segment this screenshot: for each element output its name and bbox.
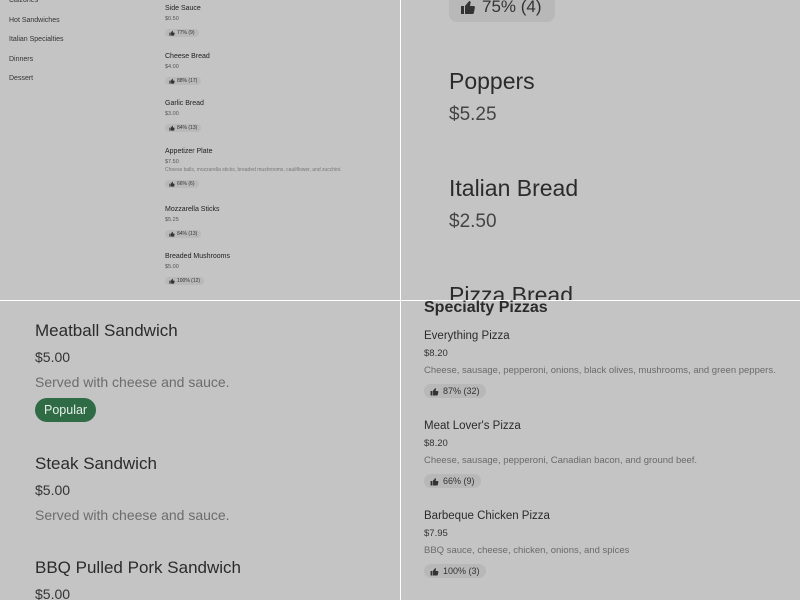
item-price: $4.00 <box>165 63 179 70</box>
item-price: $8.20 <box>424 348 448 359</box>
rating-text: 84% (13) <box>177 125 198 131</box>
item-description: Served with cheese and sauce. <box>35 374 230 390</box>
item-price: $5.25 <box>165 216 179 223</box>
item-name: BBQ Pulled Pork Sandwich <box>35 558 241 577</box>
section-title: Specialty Pizzas <box>424 299 548 316</box>
menu-item[interactable]: Cheese Bread $4.00 88% (17) <box>165 52 395 100</box>
category-dessert[interactable]: Dessert <box>9 74 63 94</box>
rating-text: 75% (4) <box>482 0 542 16</box>
rating-badge: 75% (4) <box>449 0 555 22</box>
rating-text: 77% (9) <box>177 30 195 36</box>
item-name: Steak Sandwich <box>35 454 157 473</box>
item-description: Cheese, sausage, pepperoni, onions, blac… <box>424 365 776 376</box>
item-name: Breaded Mushrooms <box>165 253 230 260</box>
item-name: Pizza Bread <box>449 282 574 300</box>
item-price: $5.25 <box>449 104 497 125</box>
thumbs-up-icon <box>461 1 475 14</box>
thumbs-up-icon <box>430 567 439 575</box>
category-italian-specialties[interactable]: Italian Specialties <box>9 35 63 55</box>
menu-item[interactable]: BBQ Pulled Pork Sandwich $5.00 <box>35 558 241 600</box>
item-price: $2.50 <box>449 211 497 232</box>
menu-item[interactable]: Appetizer Plate $7.50 Cheese balls, mozz… <box>165 147 395 205</box>
rating-badge: 84% (13) <box>165 229 202 238</box>
thumbs-up-icon <box>169 278 175 284</box>
menu-item[interactable]: Italian Bread $2.50 <box>449 175 578 233</box>
item-name: Appetizer Plate <box>165 147 213 155</box>
popular-badge: Popular <box>35 398 97 422</box>
rating-badge: 66% (9) <box>424 474 481 488</box>
menu-item[interactable]: Breaded Mushrooms $5.00 100% (12) <box>165 252 395 300</box>
item-name: Poppers <box>449 68 535 94</box>
item-price: $5.00 <box>35 482 71 498</box>
rating-badge: 66% (6) <box>165 179 199 188</box>
rating-badge: 84% (13) <box>165 124 202 132</box>
rating-text: 100% (3) <box>443 566 480 576</box>
item-price: $5.00 <box>165 264 179 270</box>
rating-text: 84% (13) <box>177 230 198 237</box>
item-name: Mozzarella Sticks <box>165 205 220 213</box>
item-price: $7.50 <box>165 158 179 165</box>
appetizer-item-list: Side Sauce $0.50 77% (9) Cheese Bread $4… <box>165 4 395 300</box>
category-hot-sandwiches[interactable]: Hot Sandwiches <box>9 16 63 36</box>
horizontal-divider <box>0 300 800 301</box>
rating-badge: 100% (12) <box>165 277 205 285</box>
rating-text: 88% (17) <box>177 77 198 84</box>
menu-item[interactable]: Pizza Bread <box>449 282 573 300</box>
rating-badge: 88% (17) <box>165 76 202 85</box>
rating-text: 66% (9) <box>443 476 475 486</box>
menu-item[interactable]: Steak Sandwich $5.00 Served with cheese … <box>35 454 230 523</box>
thumbs-up-icon <box>169 231 175 237</box>
item-name: Everything Pizza <box>424 330 510 342</box>
item-price: $8.20 <box>424 438 448 449</box>
rating-badge: 87% (32) <box>424 384 486 398</box>
menu-item[interactable]: Poppers $5.25 <box>449 68 535 126</box>
category-calzones[interactable]: Calzones <box>9 0 63 16</box>
item-description: BBQ sauce, cheese, chicken, onions, and … <box>424 545 630 556</box>
category-sidebar: Calzones Hot Sandwiches Italian Specialt… <box>9 0 63 94</box>
thumbs-up-icon <box>430 477 439 485</box>
item-name: Barbeque Chicken Pizza <box>424 510 550 522</box>
menu-item[interactable]: Meat Lover's Pizza $8.20 Cheese, sausage… <box>424 419 794 491</box>
item-name: Cheese Bread <box>165 52 210 60</box>
zoom-appetizers-panel <box>401 0 800 300</box>
item-description: Cheese balls, mozzarella sticks, breaded… <box>165 166 342 173</box>
item-name: Meat Lover's Pizza <box>424 420 521 432</box>
rating-text: 66% (6) <box>177 180 195 187</box>
thumbs-up-icon <box>169 78 175 84</box>
menu-item[interactable]: Meatball Sandwich $5.00 Served with chee… <box>35 321 230 422</box>
menu-item[interactable]: Side Sauce $0.50 77% (9) <box>165 4 395 52</box>
rating-text: 87% (32) <box>443 386 480 396</box>
item-price: $5.00 <box>35 349 71 365</box>
item-description: Cheese, sausage, pepperoni, Canadian bac… <box>424 455 698 466</box>
item-price: $0.50 <box>165 16 179 22</box>
item-description: Served with cheese and sauce. <box>35 507 230 523</box>
rating-badge: 77% (9) <box>165 29 199 37</box>
item-name: Italian Bread <box>449 175 579 201</box>
thumbs-up-icon <box>169 125 175 131</box>
thumbs-up-icon <box>169 181 175 187</box>
thumbs-up-icon <box>430 387 439 395</box>
thumbs-up-icon <box>169 30 175 36</box>
item-price: $3.00 <box>165 111 179 117</box>
category-dinners[interactable]: Dinners <box>9 55 63 75</box>
menu-item[interactable]: Barbeque Chicken Pizza $7.95 BBQ sauce, … <box>424 509 794 581</box>
item-price: $5.00 <box>35 586 71 600</box>
rating-badge: 100% (3) <box>424 564 486 578</box>
menu-item[interactable]: Garlic Bread $3.00 84% (13) <box>165 99 395 147</box>
item-name: Side Sauce <box>165 5 201 12</box>
menu-item[interactable]: Mozzarella Sticks $5.25 84% (13) <box>165 205 395 253</box>
item-name: Garlic Bread <box>165 100 204 107</box>
item-price: $7.95 <box>424 528 448 539</box>
menu-item[interactable]: Everything Pizza $8.20 Cheese, sausage, … <box>424 329 794 401</box>
rating-text: 100% (12) <box>177 278 201 284</box>
item-name: Meatball Sandwich <box>35 321 178 340</box>
